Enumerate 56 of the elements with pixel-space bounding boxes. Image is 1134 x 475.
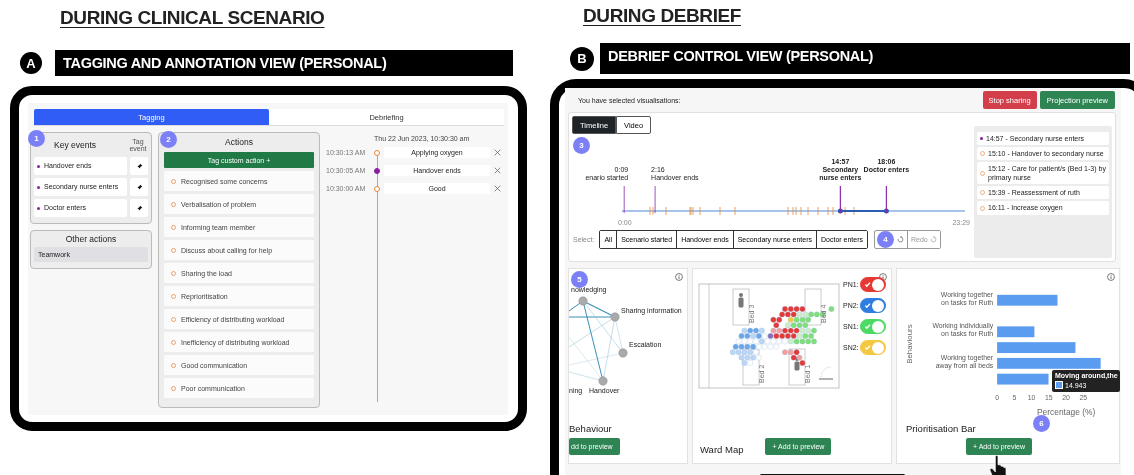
- card-title: Prioritisation Bar: [906, 423, 976, 434]
- step-badge: 3: [573, 137, 590, 154]
- check-icon: [863, 344, 871, 351]
- redo-icon: [929, 236, 937, 243]
- undo-button[interactable]: [894, 231, 908, 248]
- step-badge: 6: [1033, 415, 1050, 432]
- check-icon: [863, 302, 871, 309]
- step-badge: 1: [28, 130, 45, 147]
- toggle-switch[interactable]: [859, 298, 886, 313]
- graph-node: [618, 348, 628, 358]
- action-ring: [374, 185, 380, 192]
- bar[interactable]: [997, 326, 1035, 338]
- panel-title: Other actions: [65, 234, 117, 244]
- panel-letter-badge: B: [570, 46, 594, 71]
- card-title: Behaviour: [569, 423, 612, 434]
- info-icon[interactable]: [1107, 273, 1115, 281]
- pin-icon: [135, 162, 143, 170]
- check-icon: [863, 281, 871, 288]
- panel-letter-badge: A: [20, 52, 42, 74]
- step-badge: 5: [571, 271, 588, 288]
- card-title: Ward Map: [700, 444, 744, 455]
- bar[interactable]: [997, 357, 1101, 369]
- action-ring: [374, 149, 380, 156]
- axis-title: Percentage (%): [1037, 407, 1096, 418]
- bar[interactable]: [997, 373, 1049, 385]
- close-icon[interactable]: [494, 185, 501, 192]
- view-title: DEBRIEF CONTROL VIEW (PERSONAL): [600, 43, 1130, 74]
- pin-button[interactable]: [130, 178, 148, 196]
- info-icon[interactable]: [879, 273, 887, 281]
- toggle-switch[interactable]: [859, 340, 886, 355]
- legend-swatch: [1055, 381, 1063, 389]
- undo-icon: [897, 236, 904, 243]
- panel-title: Key events: [54, 140, 97, 150]
- graph-node: [578, 296, 588, 306]
- pin-button[interactable]: [130, 199, 148, 217]
- panel-title: Actions: [225, 136, 253, 149]
- info-icon[interactable]: [675, 273, 683, 281]
- section-heading: DURING CLINICAL SCENARIO: [60, 6, 325, 30]
- graph-node: [610, 312, 620, 322]
- event-dot: [374, 167, 380, 174]
- toggle-switch[interactable]: [859, 319, 886, 334]
- step-badge: 4: [877, 231, 894, 248]
- view-title: TAGGING AND ANNOTATION VIEW (PERSONAL): [55, 50, 513, 76]
- toggle-switch[interactable]: [859, 277, 886, 292]
- section-heading: DURING DEBRIEF: [583, 4, 741, 28]
- axis-title: Behaviours: [905, 324, 915, 364]
- graph-node: [598, 376, 608, 386]
- step-badge: 2: [160, 131, 177, 148]
- pin-button[interactable]: [130, 157, 148, 175]
- pin-icon: [135, 204, 143, 212]
- close-icon[interactable]: [494, 167, 501, 174]
- check-icon: [863, 323, 871, 330]
- pin-icon: [135, 183, 143, 191]
- close-icon[interactable]: [494, 149, 501, 156]
- bar[interactable]: [997, 294, 1058, 306]
- timeline-track[interactable]: [621, 185, 966, 216]
